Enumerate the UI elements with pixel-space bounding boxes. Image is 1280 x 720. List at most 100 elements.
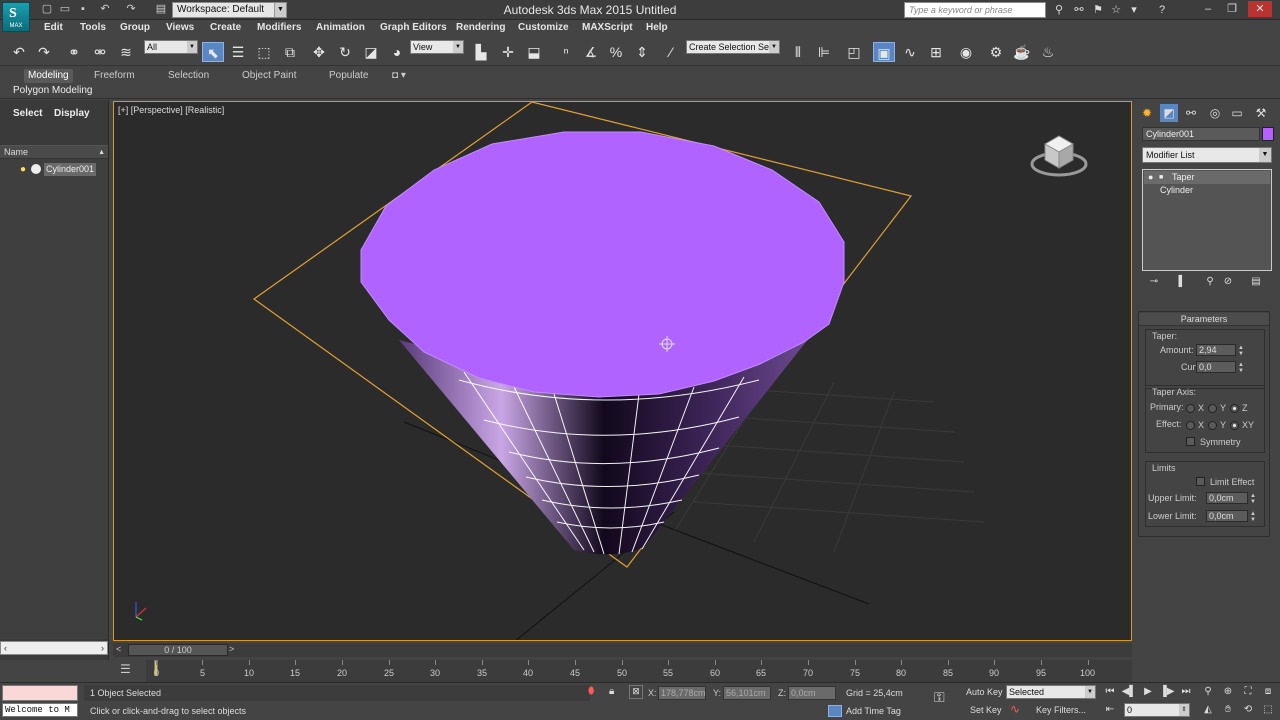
previous-frame-icon[interactable]: ◀▌ [1121,685,1137,699]
pan-icon[interactable]: ✋︎ [1220,703,1236,717]
viewport-label-menu[interactable]: [+] [Perspective] [Realistic] [118,105,224,115]
edit-named-selection-icon[interactable]: ⁄ [660,42,682,62]
expand-plus-icon[interactable]: ■ [1159,171,1163,184]
select-manipulate-icon[interactable]: ✛ [497,42,519,62]
viewcube-icon[interactable] [1029,124,1089,184]
spinner-arrows-icon[interactable]: ▲ ▼ [1238,345,1244,357]
curve-editor-icon[interactable]: ∿ [899,42,921,62]
redo-button[interactable]: ↷ [33,42,55,62]
pivot-center-icon[interactable]: ▙ [470,42,492,62]
key-mode-dropdown[interactable]: Selected ▼ [1006,685,1096,699]
rotate-icon[interactable]: ↻ [334,42,356,62]
menu-group[interactable]: Group [120,20,150,36]
rendered-frame-icon[interactable]: ☕ [1011,42,1033,62]
menu-graph-editors[interactable]: Graph Editors [380,20,447,36]
limit-effect-checkbox[interactable] [1196,477,1205,486]
light-bulb-icon[interactable]: ● [20,163,26,176]
track-bar[interactable]: 0 5 10 15 20 25 30 35 40 45 50 55 60 65 … [146,660,1132,682]
orbit-icon[interactable]: ⟲ [1240,703,1256,717]
help-icon[interactable]: ? [1154,2,1170,18]
primary-z-radio[interactable] [1230,404,1239,413]
explorer-column-header[interactable]: Name ▲ [0,145,108,159]
go-to-end-icon[interactable]: ⏭ [1178,685,1194,699]
select-object-button[interactable]: ⬉ [202,42,224,62]
upper-limit-spinner[interactable]: 0,0cm ▲ ▼ [1206,492,1256,505]
create-tab-icon[interactable]: ✹ [1138,104,1156,122]
display-tab-icon[interactable]: ▭ [1228,104,1246,122]
search-icon[interactable]: ⚲ [1051,2,1067,18]
menu-create[interactable]: Create [210,20,241,36]
remove-modifier-icon[interactable]: ⊘ [1220,276,1236,290]
key-curve-icon[interactable]: ∿ [1010,702,1020,716]
scroll-left-icon[interactable]: ‹ [4,642,7,654]
mirror-icon[interactable]: ⫴ [787,42,809,62]
redo-icon[interactable]: ↷ [124,3,138,16]
maxscript-listener-input[interactable] [2,685,78,701]
menu-edit[interactable]: Edit [44,20,63,36]
render-toggle-icon[interactable] [31,164,41,174]
move-icon[interactable]: ✥ [308,42,330,62]
project-folder-icon[interactable]: ▤ [154,3,168,16]
tab-modeling[interactable]: Modeling [24,69,73,83]
explorer-scrollbar[interactable]: ‹ › [0,641,108,655]
auto-key-button[interactable]: Auto Key [966,687,1003,697]
effect-xy-radio[interactable] [1230,421,1239,430]
primary-y-radio[interactable] [1208,404,1217,413]
make-unique-icon[interactable]: ⚲ [1202,276,1218,290]
current-frame-field[interactable]: 0 ⇕ [1124,703,1190,717]
polygon-modeling-panel-label[interactable]: Polygon Modeling [13,85,93,96]
save-file-icon[interactable]: ▪ [76,3,90,16]
search-input[interactable]: Type a keyword or phrase [904,2,1046,18]
favorites-star-icon[interactable]: ☆ [1108,2,1124,18]
zoom-extents-all-icon[interactable]: ⧈ [1260,685,1276,699]
menu-views[interactable]: Views [166,20,194,36]
y-coord-field[interactable]: 56,101cm [723,686,771,700]
modifier-list-dropdown[interactable]: Modifier List ▼ [1142,147,1272,163]
primary-x-radio[interactable] [1186,404,1195,413]
named-selection-dropdown[interactable]: Create Selection Se ▼ [686,40,780,54]
curve-spinner[interactable]: 0,0 ▲ ▼ [1196,361,1244,374]
stack-item-taper[interactable]: ● ■ Taper [1144,171,1270,184]
play-icon[interactable]: ▶ [1140,685,1156,699]
configure-modifier-sets-icon[interactable]: ▤ [1248,276,1264,290]
tab-populate[interactable]: Populate [325,69,372,83]
perspective-viewport[interactable]: [+] [Perspective] [Realistic] [113,101,1132,641]
spinner-arrows-icon[interactable]: ▲ ▼ [1250,493,1256,505]
time-tag-icon[interactable] [828,705,842,717]
menu-rendering[interactable]: Rendering [456,20,505,36]
subscription-icon[interactable]: ⚑ [1090,2,1106,18]
field-of-view-icon[interactable]: ◭ [1200,703,1216,717]
pin-stack-icon[interactable]: ⊸ [1146,276,1162,290]
object-color-swatch[interactable] [1262,127,1274,141]
maximize-viewport-icon[interactable]: ⬚ [1260,703,1276,717]
percent-snap-icon[interactable]: % [605,42,627,62]
angle-snap-icon[interactable]: ∡ [580,42,602,62]
spinner-snap-icon[interactable]: ⇕ [631,42,653,62]
close-icon[interactable]: ✕ [1248,1,1272,17]
menu-tools[interactable]: Tools [80,20,106,36]
menu-help[interactable]: Help [646,20,668,36]
spinner-arrows-icon[interactable]: ▲ ▼ [1238,362,1244,374]
add-time-tag-button[interactable]: Add Time Tag [846,703,901,719]
time-slider[interactable]: 0 / 100 [128,644,228,656]
open-file-icon[interactable]: ▭ [58,3,72,16]
schematic-view-icon[interactable]: ⊞ [925,42,947,62]
key-filters-button[interactable]: Key Filters... [1036,705,1086,715]
list-item[interactable]: ● Cylinder001 [20,163,106,176]
undo-icon[interactable]: ↶ [98,3,112,16]
isolate-selection-icon[interactable]: ⬮ [588,686,594,697]
zoom-extents-icon[interactable]: ⛶ [1240,685,1256,699]
set-key-button[interactable]: Set Key [970,705,1002,715]
object-name-field[interactable]: Cylinder001 [1142,127,1260,141]
app-logo[interactable]: S MAX [2,2,30,32]
align-icon[interactable]: ⊫ [813,42,835,62]
lock-icon[interactable]: 🔒︎ [609,686,614,697]
undo-button[interactable]: ↶ [8,42,30,62]
go-to-start-icon[interactable]: ⏮ [1102,685,1118,699]
zoom-icon[interactable]: ⚲ [1200,685,1216,699]
spinner-arrows-icon[interactable]: ▲ ▼ [1250,511,1256,523]
menu-modifiers[interactable]: Modifiers [257,20,301,36]
select-by-name-icon[interactable]: ☰ [227,42,249,62]
stack-item-cylinder[interactable]: Cylinder [1144,184,1270,197]
x-coord-field[interactable]: 178,778cm [658,686,706,700]
